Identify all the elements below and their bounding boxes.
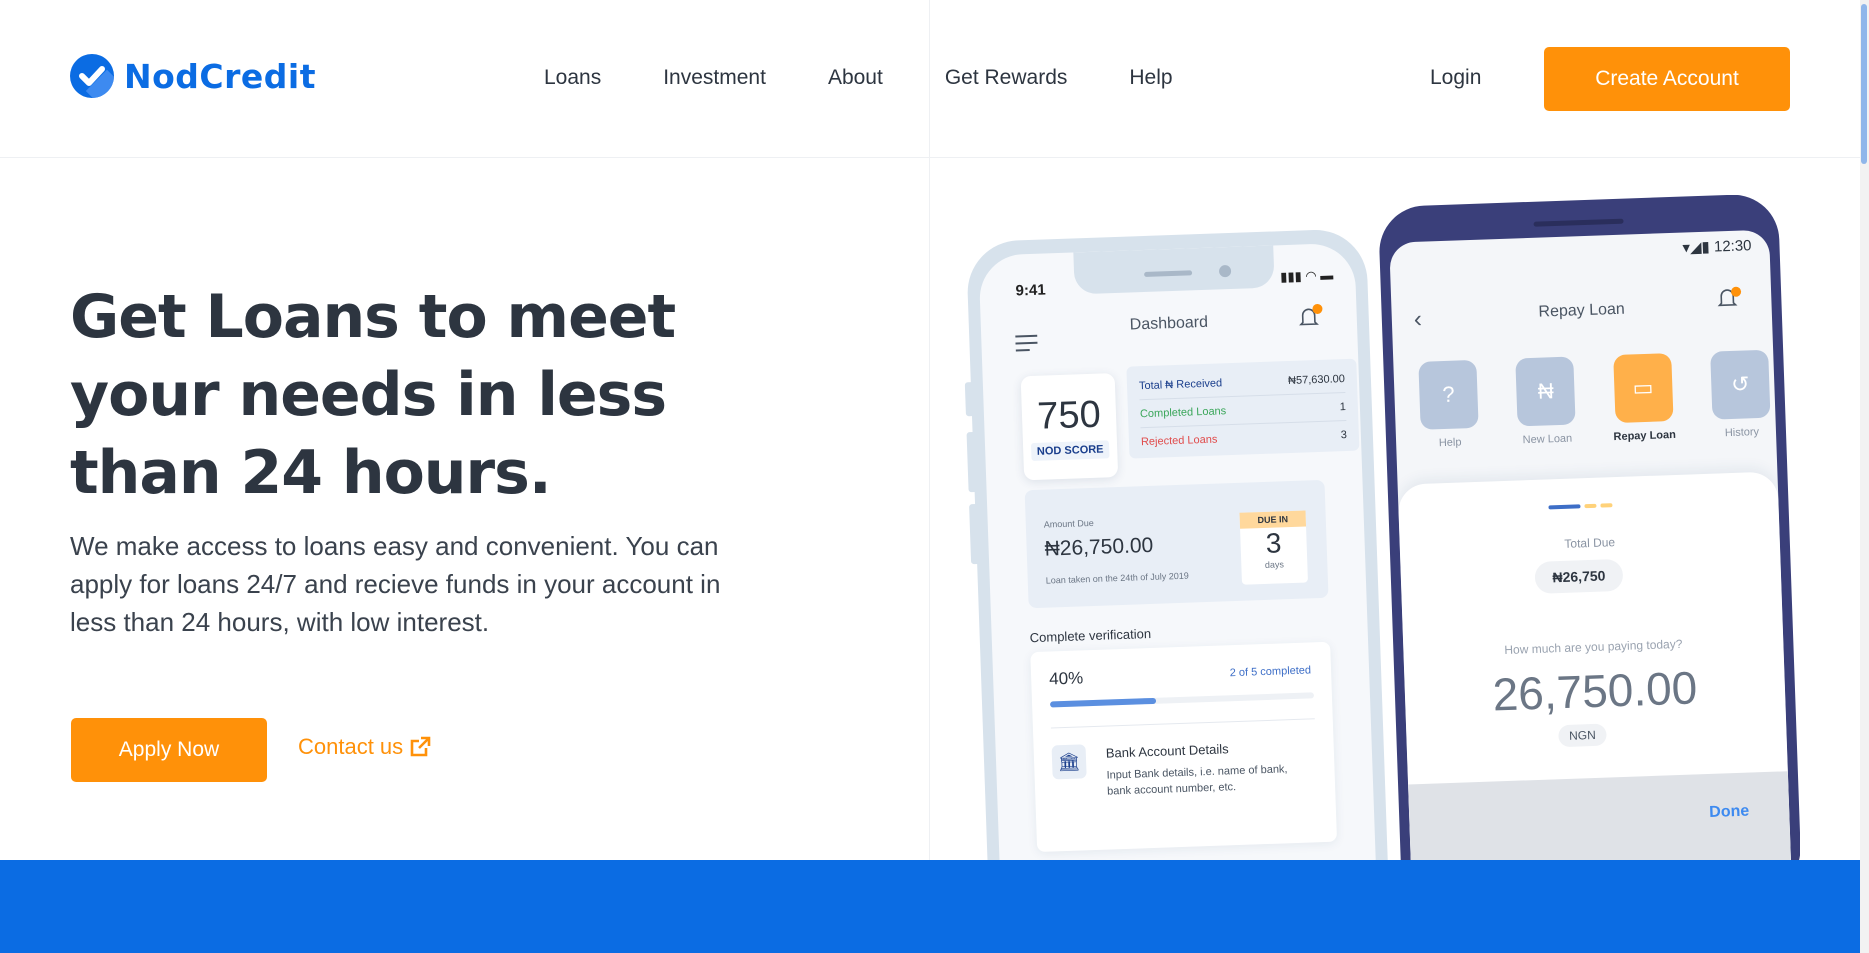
bottom-section-band bbox=[0, 860, 1860, 953]
verification-title: Complete verification bbox=[1029, 625, 1152, 646]
hero-title: Get Loans to meet your needs in less tha… bbox=[70, 282, 676, 508]
section-divider bbox=[929, 0, 930, 860]
external-link-icon bbox=[410, 736, 431, 757]
nod-score-label: NOD SCORE bbox=[1030, 440, 1110, 462]
contact-us-link[interactable]: Contact us bbox=[298, 734, 431, 760]
payment-question: How much are you paying today? bbox=[1504, 636, 1683, 658]
total-due-label: Total Due bbox=[1564, 535, 1616, 551]
action-tiles: ? Help ₦ New Loan ▭ Repay Loan ↺ History bbox=[1413, 349, 1776, 450]
bank-details-title: Bank Account Details bbox=[1105, 741, 1229, 761]
stat-row: Rejected Loans 3 bbox=[1141, 421, 1348, 456]
status-time: 9:41 bbox=[1015, 281, 1046, 300]
verification-count: 2 of 5 completed bbox=[1229, 664, 1312, 680]
amount-due-label: Amount Due bbox=[1043, 517, 1094, 530]
app-preview-illustration: 9:41 ▮▮▮ ◠ ▬ Dashboard 750 NOD SCORE Tot… bbox=[960, 195, 1800, 860]
main-nav: Loans Investment About Get Rewards Help bbox=[544, 66, 1173, 90]
stat-value: 3 bbox=[1340, 429, 1348, 442]
verification-progress-bar bbox=[1049, 692, 1315, 708]
tile-help: ? Help bbox=[1413, 359, 1484, 450]
stat-label: Completed Loans bbox=[1139, 404, 1227, 420]
payment-amount: 26,750.00 bbox=[1491, 661, 1699, 721]
due-in-value: 3 bbox=[1265, 527, 1282, 559]
nod-score-value: 750 bbox=[1036, 393, 1102, 438]
check-logo-icon bbox=[70, 54, 114, 98]
dashboard-screen: 9:41 ▮▮▮ ◠ ▬ Dashboard 750 NOD SCORE Tot… bbox=[978, 242, 1379, 860]
keyboard-area: Done bbox=[1408, 771, 1793, 860]
nod-score-card: 750 NOD SCORE bbox=[1020, 373, 1119, 481]
money-bag-icon: ₦ bbox=[1515, 356, 1576, 427]
stat-label: Rejected Loans bbox=[1140, 433, 1218, 449]
loan-date-note: Loan taken on the 24th of July 2019 bbox=[1045, 570, 1189, 586]
verification-card: 40% 2 of 5 completed 🏛 Bank Account Deta… bbox=[1030, 641, 1338, 853]
brand-logo[interactable]: NodCredit bbox=[70, 54, 316, 98]
bank-icon: 🏛 bbox=[1051, 744, 1087, 780]
currency-badge: NGN bbox=[1558, 723, 1607, 748]
apply-now-button[interactable]: Apply Now bbox=[71, 718, 267, 782]
question-icon: ? bbox=[1418, 359, 1479, 430]
nav-investment[interactable]: Investment bbox=[663, 66, 766, 90]
tile-label: Repay Loan bbox=[1613, 428, 1677, 444]
tile-label: Help bbox=[1438, 436, 1462, 450]
card-icon: ▭ bbox=[1612, 353, 1674, 424]
status-time: 12:30 bbox=[1713, 237, 1752, 256]
due-in-box: DUE IN 3 days bbox=[1239, 510, 1308, 585]
status-bar: ▾◢▮ 12:30 bbox=[1682, 236, 1752, 256]
phone-notch bbox=[1073, 245, 1275, 295]
dashboard-phone: 9:41 ▮▮▮ ◠ ▬ Dashboard 750 NOD SCORE Tot… bbox=[964, 228, 1391, 860]
contact-us-label: Contact us bbox=[298, 734, 404, 759]
stat-label: Total ₦ Received bbox=[1138, 376, 1223, 392]
due-in-unit: days bbox=[1264, 559, 1285, 570]
phone-speaker bbox=[1533, 218, 1624, 227]
nav-loans[interactable]: Loans bbox=[544, 66, 601, 90]
scrollbar-thumb[interactable] bbox=[1861, 4, 1867, 164]
hero-subtitle: We make access to loans easy and conveni… bbox=[70, 531, 721, 637]
phone-side-button bbox=[964, 381, 976, 417]
signal-battery-icon: ▾◢▮ bbox=[1682, 238, 1715, 257]
bank-details-desc: Input Bank details, i.e. name of bank, b… bbox=[1106, 763, 1288, 798]
stat-value: ₦57,630.00 bbox=[1287, 372, 1346, 387]
repay-sheet: Total Due ₦26,750 How much are you payin… bbox=[1397, 471, 1793, 860]
tile-repay-loan: ▭ Repay Loan bbox=[1608, 353, 1679, 443]
verification-percent: 40% bbox=[1048, 668, 1084, 689]
tile-history: ↺ History bbox=[1705, 349, 1776, 439]
done-button: Done bbox=[1708, 802, 1750, 821]
notification-dot bbox=[1730, 286, 1742, 297]
create-account-button[interactable]: Create Account bbox=[1544, 47, 1790, 111]
stat-value: 1 bbox=[1339, 400, 1347, 413]
loan-stats: Total ₦ Received ₦57,630.00 Completed Lo… bbox=[1126, 358, 1360, 459]
nav-help[interactable]: Help bbox=[1129, 66, 1172, 90]
amount-due-value: ₦26,750.00 bbox=[1044, 533, 1154, 561]
repay-title: Repay Loan bbox=[1538, 300, 1626, 321]
nav-get-rewards[interactable]: Get Rewards bbox=[945, 66, 1068, 90]
phone-side-button bbox=[969, 503, 982, 565]
page-indicator bbox=[1548, 503, 1613, 510]
amount-due-card: Amount Due ₦26,750.00 Loan taken on the … bbox=[1024, 479, 1329, 609]
nav-about[interactable]: About bbox=[828, 66, 883, 90]
tile-label: New Loan bbox=[1522, 432, 1573, 447]
history-icon: ↺ bbox=[1710, 349, 1771, 420]
brand-name: NodCredit bbox=[124, 56, 316, 96]
repay-loan-phone: ▾◢▮ 12:30 ‹ Repay Loan ? Help ₦ New Loan… bbox=[1377, 195, 1800, 860]
tile-new-loan: ₦ New Loan bbox=[1511, 356, 1582, 446]
tile-label: History bbox=[1724, 426, 1760, 440]
total-due-value: ₦26,750 bbox=[1534, 558, 1624, 594]
phone-side-button bbox=[966, 431, 979, 493]
site-header: NodCredit Loans Investment About Get Rew… bbox=[0, 0, 1860, 158]
login-link[interactable]: Login bbox=[1430, 66, 1481, 90]
verification-progress-fill bbox=[1049, 697, 1156, 708]
signal-wifi-battery-icon: ▮▮▮ ◠ ▬ bbox=[1280, 267, 1334, 285]
repay-screen: ▾◢▮ 12:30 ‹ Repay Loan ? Help ₦ New Loan… bbox=[1389, 229, 1793, 860]
